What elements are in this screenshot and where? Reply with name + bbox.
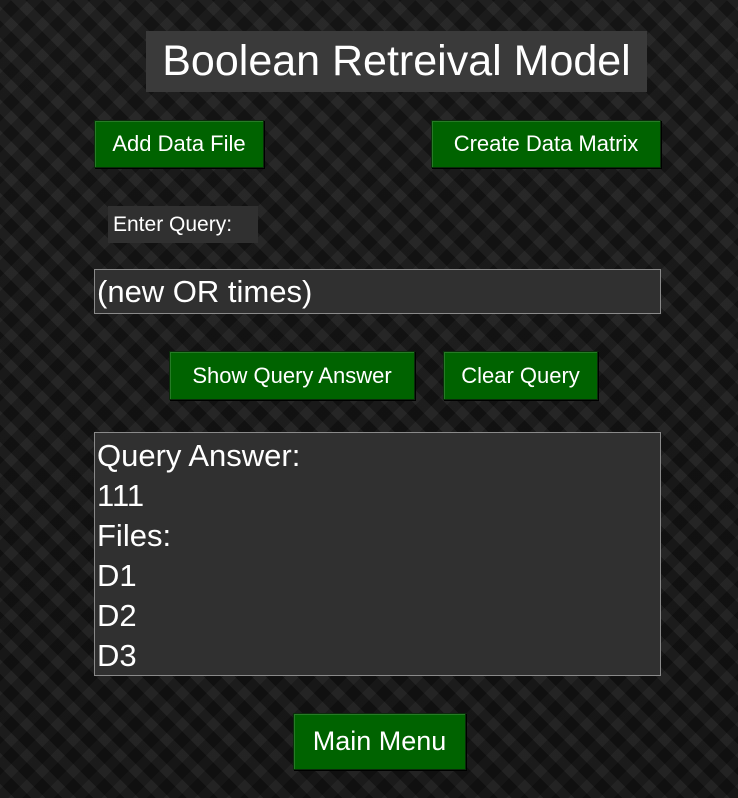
file-item: D1 [97, 558, 137, 593]
create-data-matrix-button[interactable]: Create Data Matrix [431, 120, 661, 168]
show-query-answer-button[interactable]: Show Query Answer [169, 351, 415, 400]
clear-query-button[interactable]: Clear Query [443, 351, 598, 400]
query-input[interactable] [94, 269, 661, 314]
page-title: Boolean Retreival Model [146, 31, 647, 92]
query-label: Enter Query: [108, 206, 258, 243]
query-answer-box[interactable]: Query Answer: 111 Files: D1 D2 D3 [94, 432, 661, 676]
answer-vector: 111 [97, 478, 145, 513]
file-item: D2 [97, 598, 137, 633]
main-menu-button[interactable]: Main Menu [293, 713, 466, 770]
files-heading: Files: [97, 518, 172, 553]
file-item: D3 [97, 638, 137, 673]
add-data-file-button[interactable]: Add Data File [94, 120, 264, 168]
answer-heading: Query Answer: [97, 438, 301, 473]
